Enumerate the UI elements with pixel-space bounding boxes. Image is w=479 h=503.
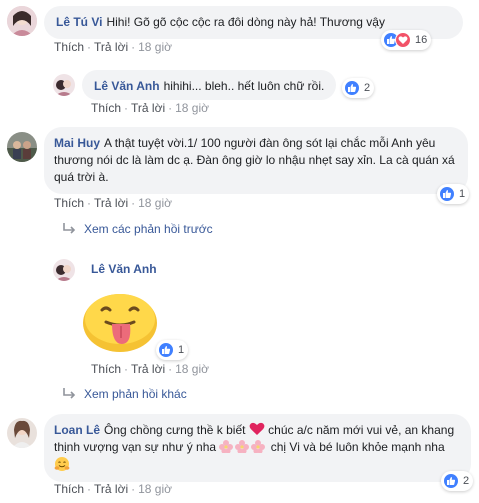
- separator: ·: [168, 101, 173, 115]
- like-reaction-icon: [439, 186, 455, 202]
- comment-text: A thật tuyệt vời.1/ 100 người đàn ông só…: [54, 136, 455, 184]
- reaction-summary[interactable]: 2: [441, 471, 474, 491]
- comment-bubble: Loan Lê Ông chồng cưng thề k biết chúc a/…: [44, 414, 471, 482]
- separator: ·: [168, 362, 173, 376]
- reaction-summary[interactable]: 1: [437, 184, 470, 204]
- author-name[interactable]: Loan Lê: [54, 423, 100, 437]
- separator: ·: [131, 196, 136, 210]
- comment-text: Ông chồng cưng thề k biết: [104, 423, 246, 437]
- avatar[interactable]: [7, 6, 37, 36]
- flower-emoji-icon: [219, 440, 266, 454]
- comment-actions: Thích · Trả lời · 18 giờ: [91, 101, 209, 115]
- separator: ·: [124, 101, 129, 115]
- avatar[interactable]: [7, 132, 37, 162]
- reaction-count: 1: [178, 344, 185, 356]
- separator: ·: [131, 482, 136, 496]
- reaction-count: 16: [415, 34, 428, 46]
- avatar[interactable]: [53, 74, 75, 96]
- love-reaction-icon: [395, 32, 411, 48]
- reaction-count: 2: [463, 475, 470, 487]
- reply-link[interactable]: Trả lời: [94, 40, 128, 54]
- like-reaction-icon: [344, 80, 360, 96]
- view-previous-replies-link[interactable]: Xem các phản hồi trước: [62, 222, 213, 236]
- separator: ·: [87, 482, 92, 496]
- comment-text: chị Vi và bé luôn khỏe mạnh nha: [270, 440, 445, 454]
- like-link[interactable]: Thích: [91, 101, 121, 115]
- reaction-summary[interactable]: 16: [381, 30, 432, 50]
- comment-bubble: Lê Văn Anh hihihi... bleh.. hết luôn chữ …: [82, 70, 337, 100]
- avatar[interactable]: [53, 259, 75, 281]
- separator: ·: [124, 362, 129, 376]
- reply-link[interactable]: Trả lời: [94, 482, 128, 496]
- reply-link[interactable]: Trả lời: [131, 362, 165, 376]
- avatar[interactable]: [7, 418, 37, 448]
- timestamp[interactable]: 18 giờ: [175, 362, 209, 376]
- reply-arrow-icon: [63, 223, 76, 234]
- comment-bubble: Mai Huy A thật tuyệt vời.1/ 100 người đàn…: [44, 127, 468, 194]
- view-previous-replies-label: Xem các phản hồi trước: [84, 222, 213, 236]
- timestamp[interactable]: 18 giờ: [138, 196, 172, 210]
- comment-actions: Thích · Trả lời · 18 giờ: [91, 362, 209, 376]
- like-link[interactable]: Thích: [54, 482, 84, 496]
- author-name[interactable]: Lê Văn Anh: [91, 262, 157, 276]
- reply-link[interactable]: Trả lời: [131, 101, 165, 115]
- author-name[interactable]: Mai Huy: [54, 136, 100, 150]
- reaction-count: 2: [364, 82, 371, 94]
- timestamp[interactable]: 18 giờ: [175, 101, 209, 115]
- comment-text: Hihi! Gõ gõ cộc cộc ra đôi dòng này hả! …: [106, 15, 385, 29]
- separator: ·: [87, 196, 92, 210]
- reaction-summary[interactable]: 2: [342, 78, 375, 98]
- like-reaction-icon: [158, 342, 174, 358]
- reaction-summary[interactable]: 1: [156, 340, 189, 360]
- comment-text: hihihi... bleh.. hết luôn chữ rồi.: [163, 79, 325, 93]
- comment-actions: Thích · Trả lời · 18 giờ: [54, 482, 172, 496]
- like-link[interactable]: Thích: [54, 40, 84, 54]
- heart-emoji-icon: [249, 422, 265, 435]
- emoji-sticker: [80, 288, 160, 354]
- author-name[interactable]: Lê Tú Vi: [56, 15, 102, 29]
- reaction-count: 1: [459, 188, 466, 200]
- comment-actions: Thích · Trả lời · 18 giờ: [54, 40, 172, 54]
- timestamp[interactable]: 18 giờ: [138, 40, 172, 54]
- timestamp[interactable]: 18 giờ: [138, 482, 172, 496]
- like-link[interactable]: Thích: [54, 196, 84, 210]
- view-other-replies-link[interactable]: Xem phản hồi khác: [62, 387, 187, 401]
- author-name[interactable]: Lê Văn Anh: [94, 79, 160, 93]
- view-other-replies-label: Xem phản hồi khác: [84, 387, 187, 401]
- comment-actions: Thích · Trả lời · 18 giờ: [54, 196, 172, 210]
- reply-arrow-icon: [63, 388, 76, 399]
- hugging-face-emoji-icon: [54, 457, 70, 471]
- separator: ·: [131, 40, 136, 54]
- like-link[interactable]: Thích: [91, 362, 121, 376]
- separator: ·: [87, 40, 92, 54]
- reply-link[interactable]: Trả lời: [94, 196, 128, 210]
- like-reaction-icon: [443, 473, 459, 489]
